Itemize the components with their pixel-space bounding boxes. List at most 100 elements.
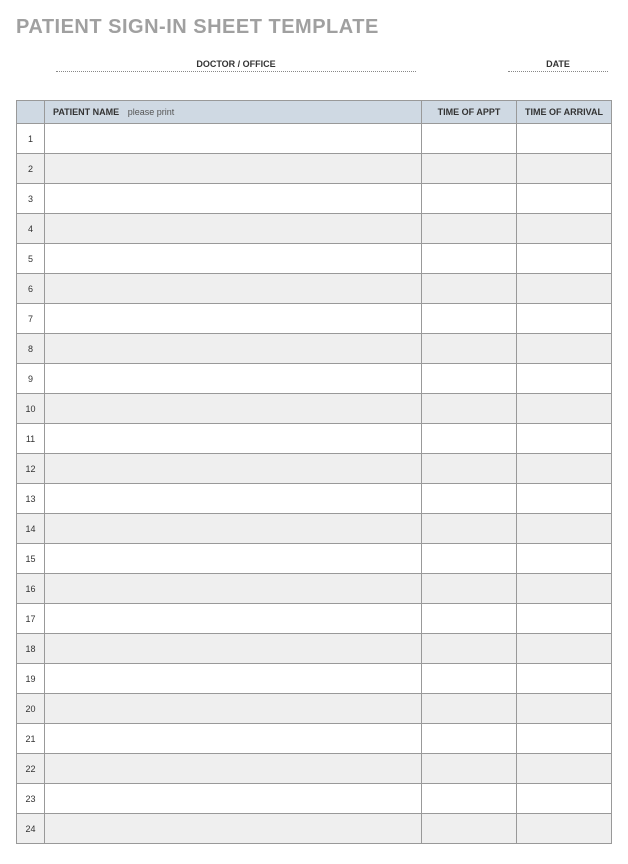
table-row: 4 <box>17 214 612 244</box>
time-of-appt-cell <box>422 574 517 604</box>
patient-name-cell <box>45 394 422 424</box>
row-number-cell: 2 <box>17 154 45 184</box>
time-of-arrival-cell <box>517 754 612 784</box>
doctor-office-field: DOCTOR / OFFICE <box>56 59 416 72</box>
time-of-arrival-cell <box>517 394 612 424</box>
patient-name-cell <box>45 724 422 754</box>
row-number-cell: 23 <box>17 784 45 814</box>
time-of-arrival-cell <box>517 784 612 814</box>
row-number-cell: 20 <box>17 694 45 724</box>
time-of-appt-cell <box>422 154 517 184</box>
table-row: 5 <box>17 244 612 274</box>
table-row: 21 <box>17 724 612 754</box>
time-of-arrival-cell <box>517 364 612 394</box>
time-of-arrival-cell <box>517 214 612 244</box>
time-of-arrival-cell <box>517 604 612 634</box>
row-number-cell: 18 <box>17 634 45 664</box>
date-label: DATE <box>508 59 608 69</box>
row-number-cell: 12 <box>17 454 45 484</box>
patient-name-cell <box>45 634 422 664</box>
patient-name-cell <box>45 334 422 364</box>
patient-name-hint: please print <box>128 107 175 117</box>
row-number-cell: 24 <box>17 814 45 844</box>
table-row: 14 <box>17 514 612 544</box>
table-row: 15 <box>17 544 612 574</box>
time-of-appt-cell <box>422 514 517 544</box>
patient-name-cell <box>45 274 422 304</box>
row-number-cell: 3 <box>17 184 45 214</box>
table-row: 7 <box>17 304 612 334</box>
row-number-cell: 8 <box>17 334 45 364</box>
time-of-appt-cell <box>422 214 517 244</box>
table-row: 16 <box>17 574 612 604</box>
time-of-arrival-cell <box>517 334 612 364</box>
row-number-cell: 22 <box>17 754 45 784</box>
table-row: 23 <box>17 784 612 814</box>
doctor-office-line <box>56 71 416 72</box>
patient-name-cell <box>45 484 422 514</box>
table-row: 3 <box>17 184 612 214</box>
table-row: 22 <box>17 754 612 784</box>
time-of-arrival-cell <box>517 634 612 664</box>
row-number-cell: 1 <box>17 124 45 154</box>
row-number-cell: 4 <box>17 214 45 244</box>
patient-name-header-text: PATIENT NAME <box>53 107 119 117</box>
page-title: PATIENT SIGN-IN SHEET TEMPLATE <box>16 16 612 39</box>
row-number-cell: 6 <box>17 274 45 304</box>
table-row: 19 <box>17 664 612 694</box>
time-of-arrival-cell <box>517 664 612 694</box>
time-of-appt-cell <box>422 304 517 334</box>
row-number-cell: 14 <box>17 514 45 544</box>
patient-name-cell <box>45 154 422 184</box>
time-of-appt-cell <box>422 634 517 664</box>
time-of-arrival-cell <box>517 184 612 214</box>
time-of-arrival-cell <box>517 424 612 454</box>
patient-name-cell <box>45 574 422 604</box>
table-row: 11 <box>17 424 612 454</box>
time-of-appt-cell <box>422 244 517 274</box>
time-of-arrival-cell <box>517 544 612 574</box>
time-of-arrival-header: TIME OF ARRIVAL <box>517 101 612 124</box>
table-row: 24 <box>17 814 612 844</box>
row-number-cell: 9 <box>17 364 45 394</box>
time-of-arrival-cell <box>517 274 612 304</box>
table-row: 12 <box>17 454 612 484</box>
time-of-arrival-cell <box>517 244 612 274</box>
patient-name-cell <box>45 544 422 574</box>
table-row: 17 <box>17 604 612 634</box>
time-of-arrival-cell <box>517 574 612 604</box>
row-number-cell: 15 <box>17 544 45 574</box>
patient-name-cell <box>45 784 422 814</box>
time-of-appt-cell <box>422 724 517 754</box>
row-number-cell: 19 <box>17 664 45 694</box>
time-of-appt-header: TIME OF APPT <box>422 101 517 124</box>
patient-name-cell <box>45 124 422 154</box>
patient-name-header: PATIENT NAME please print <box>45 101 422 124</box>
table-row: 1 <box>17 124 612 154</box>
patient-name-cell <box>45 304 422 334</box>
date-field: DATE <box>508 59 608 72</box>
patient-name-cell <box>45 214 422 244</box>
patient-name-cell <box>45 754 422 784</box>
patient-name-cell <box>45 604 422 634</box>
time-of-arrival-cell <box>517 724 612 754</box>
row-number-cell: 7 <box>17 304 45 334</box>
time-of-appt-cell <box>422 484 517 514</box>
table-row: 2 <box>17 154 612 184</box>
patient-name-cell <box>45 664 422 694</box>
table-row: 10 <box>17 394 612 424</box>
time-of-appt-cell <box>422 364 517 394</box>
table-row: 13 <box>17 484 612 514</box>
time-of-appt-cell <box>422 454 517 484</box>
row-number-cell: 5 <box>17 244 45 274</box>
time-of-appt-cell <box>422 124 517 154</box>
patient-name-cell <box>45 814 422 844</box>
patient-name-cell <box>45 514 422 544</box>
date-line <box>508 71 608 72</box>
table-row: 6 <box>17 274 612 304</box>
time-of-appt-cell <box>422 544 517 574</box>
time-of-appt-cell <box>422 784 517 814</box>
row-num-header <box>17 101 45 124</box>
patient-name-cell <box>45 424 422 454</box>
table-row: 18 <box>17 634 612 664</box>
